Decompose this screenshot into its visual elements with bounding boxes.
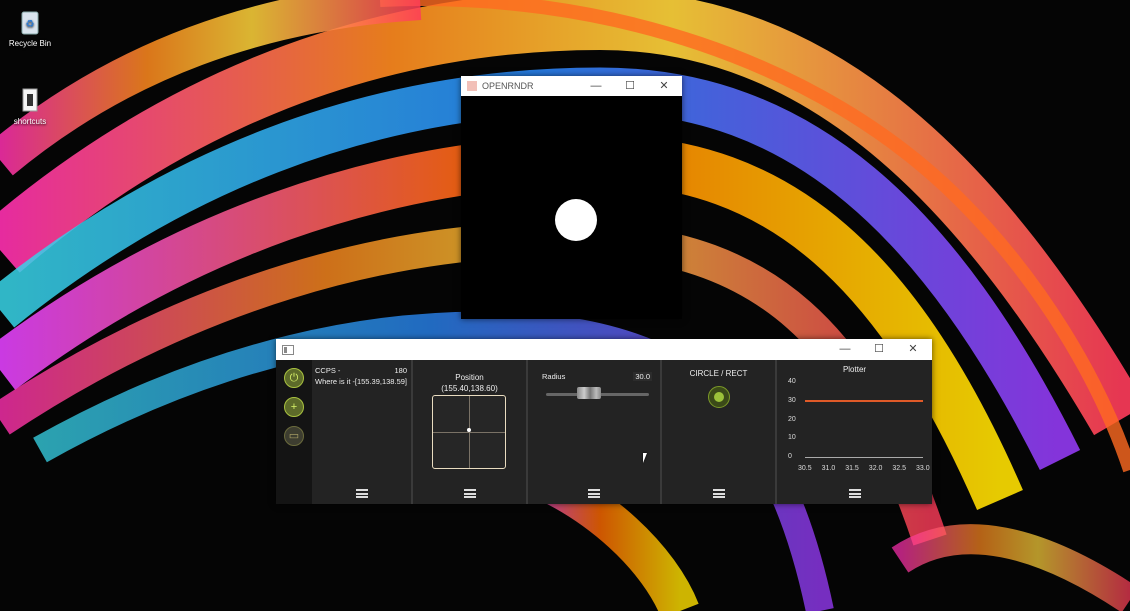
- menu-icon[interactable]: [848, 489, 861, 498]
- add-icon[interactable]: +: [284, 397, 304, 417]
- x-tick-label: 32.5: [892, 465, 907, 472]
- y-tick-label: 0: [788, 453, 792, 460]
- gui-sidebar: ⏻ + ▭: [276, 360, 312, 504]
- maximize-button[interactable]: ☐: [613, 76, 647, 96]
- rendered-circle: [555, 199, 597, 241]
- x-tick-label: 31.5: [845, 465, 859, 472]
- gui-close-button[interactable]: ✕: [896, 339, 930, 359]
- menu-icon[interactable]: [463, 489, 476, 498]
- toggle-title: CIRCLE / RECT: [689, 369, 748, 378]
- shortcuts-label: shortcuts: [13, 117, 47, 126]
- radius-panel: Radius 30.0: [528, 360, 662, 504]
- where-value: [155.39,138.59]: [354, 377, 407, 386]
- menu-icon[interactable]: [355, 489, 368, 498]
- x-tick-label: 31.0: [821, 465, 836, 472]
- gui-maximize-button[interactable]: ☐: [862, 339, 896, 359]
- xy-pad[interactable]: [432, 395, 506, 469]
- y-tick-label: 40: [788, 378, 796, 385]
- power-icon[interactable]: ⏻: [284, 368, 304, 388]
- plot-series-line: [805, 399, 923, 402]
- x-tick-label: 32.0: [868, 465, 883, 472]
- fps-label: CCPS -: [315, 366, 341, 375]
- position-title: Position: [455, 373, 484, 382]
- x-tick-label: 33.0: [916, 465, 930, 472]
- openrndr-title: OPENRNDR: [482, 81, 534, 91]
- y-tick-label: 10: [788, 434, 796, 442]
- plotter-panel: Plotter 0 10 20 30 40 30.5 31.0 31.5 32.0 32.5 33.…: [777, 360, 932, 504]
- radius-slider-thumb[interactable]: [577, 387, 601, 399]
- svg-text:♻: ♻: [26, 19, 35, 30]
- folder-icon[interactable]: ▭: [284, 426, 304, 446]
- gui-body: ⏻ + ▭ CCPS - 180 Where is it - [155.39,1…: [276, 360, 932, 504]
- radius-label: Radius: [542, 372, 566, 381]
- folder-icon: [18, 86, 42, 114]
- openrndr-app-icon: [467, 81, 477, 91]
- mouse-cursor: [643, 453, 651, 463]
- close-button[interactable]: ✕: [647, 76, 681, 96]
- x-tick-label: 30.5: [798, 465, 812, 472]
- position-panel: Position (155.40,138.60): [413, 360, 528, 504]
- gui-app-icon: [282, 345, 294, 355]
- recycle-bin-label: Recycle Bin: [8, 39, 52, 48]
- minimize-button[interactable]: —: [579, 76, 613, 96]
- gui-minimize-button[interactable]: —: [828, 339, 862, 359]
- gui-titlebar[interactable]: — ☐ ✕: [276, 339, 932, 360]
- openrndr-titlebar[interactable]: OPENRNDR — ☐ ✕: [461, 76, 682, 96]
- plot-area: 0 10 20 30 40 30.5 31.0 31.5 32.0 32.5 33.0: [777, 360, 932, 504]
- toggle-panel: CIRCLE / RECT: [662, 360, 777, 504]
- stats-panel: CCPS - 180 Where is it - [155.39,138.59]: [312, 360, 413, 504]
- recycle-bin-shortcut[interactable]: ♻ Recycle Bin: [0, 8, 60, 48]
- fps-value: 180: [394, 366, 407, 375]
- render-canvas[interactable]: [461, 96, 682, 319]
- where-label: Where is it -: [315, 377, 356, 386]
- position-value: (155.40,138.60): [441, 384, 498, 393]
- radius-value[interactable]: 30.0: [633, 372, 652, 381]
- menu-icon[interactable]: [712, 489, 725, 498]
- xy-pad-handle[interactable]: [467, 428, 471, 432]
- recycle-bin-icon: ♻: [18, 8, 42, 36]
- shortcuts-folder[interactable]: shortcuts: [0, 86, 60, 126]
- x-axis-line: [805, 457, 923, 458]
- openrndr-window: OPENRNDR — ☐ ✕: [461, 76, 682, 319]
- gui-window: — ☐ ✕ ⏻ + ▭ CCPS - 180 Where is it - [15…: [276, 339, 932, 504]
- y-tick-label: 20: [788, 415, 796, 423]
- menu-icon[interactable]: [588, 489, 600, 498]
- y-tick-label: 30: [788, 396, 796, 404]
- circle-rect-toggle[interactable]: [708, 386, 730, 408]
